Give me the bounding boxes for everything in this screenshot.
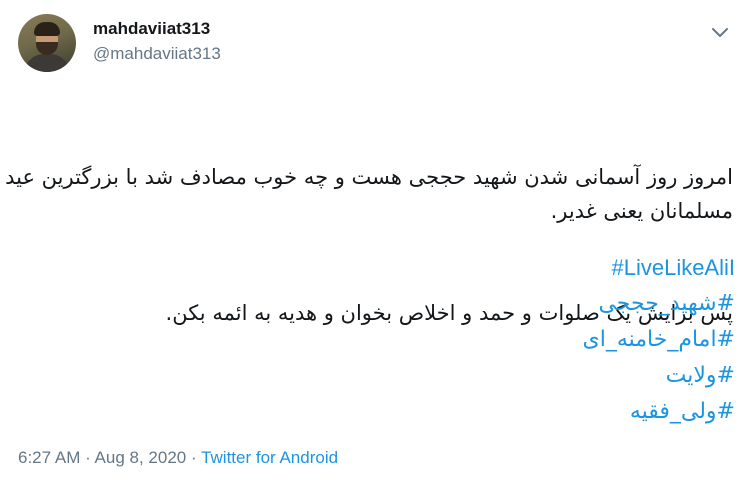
user-handle[interactable]: @mahdaviiat313 [93, 44, 221, 64]
hashtag-link[interactable]: #ولایت [0, 358, 735, 394]
hashtag-link[interactable]: #شهید_حججی [0, 286, 735, 322]
hashtag-link[interactable]: #امام_خامنه_ای [0, 322, 735, 358]
hashtag-list: #LiveLikeAliI #شهید_حججی #امام_خامنه_ای … [0, 250, 735, 430]
tweet-date[interactable]: Aug 8, 2020 [95, 448, 187, 467]
tweet-source-link[interactable]: Twitter for Android [201, 448, 338, 467]
tweet-metadata: 6:27 AM · Aug 8, 2020 · Twitter for Andr… [18, 448, 338, 468]
avatar-hair [34, 22, 60, 36]
hashtag-link[interactable]: #LiveLikeAliI [0, 250, 735, 286]
hashtag-link[interactable]: #ولی_فقیه [0, 394, 735, 430]
chevron-down-icon[interactable] [708, 20, 732, 44]
avatar-body [24, 54, 70, 72]
meta-separator: · [80, 448, 95, 467]
tweet-time[interactable]: 6:27 AM [18, 448, 80, 467]
avatar[interactable] [18, 14, 76, 72]
avatar-beard [36, 42, 58, 55]
tweet-card: mahdaviiat313 @mahdaviiat313 امروز روز آ… [0, 0, 746, 485]
tweet-paragraph: امروز روز آسمانی شدن شهید حججی هست و چه … [5, 165, 733, 223]
display-name[interactable]: mahdaviiat313 [93, 19, 210, 39]
meta-separator: · [186, 448, 202, 467]
